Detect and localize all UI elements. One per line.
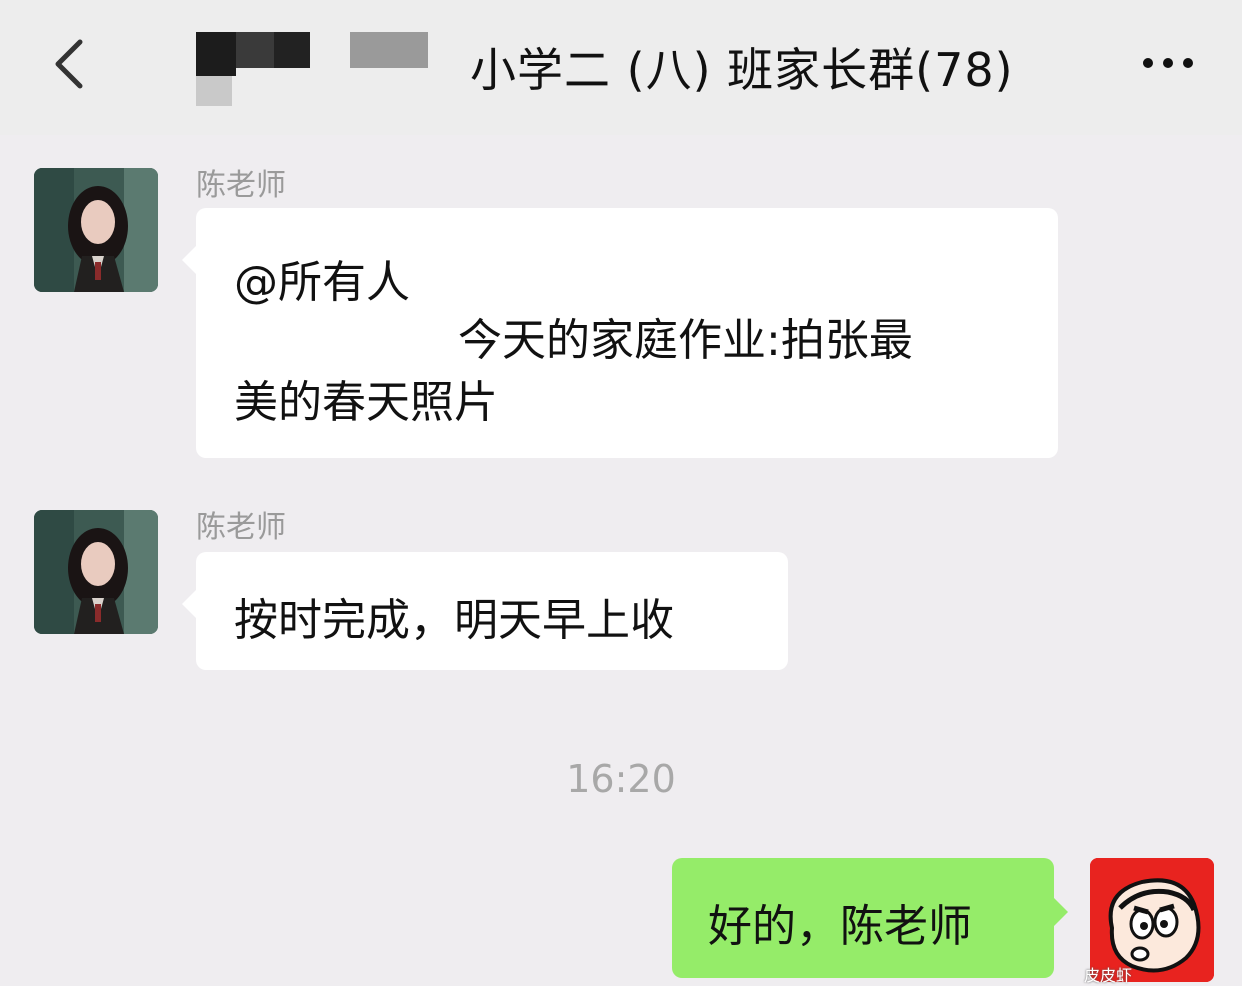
teacher-avatar[interactable] <box>34 510 158 634</box>
watermark: 皮皮虾 <box>1084 966 1133 985</box>
own-message-bubble[interactable]: 好的，陈老师 <box>672 858 1068 978</box>
chat-header: 小学二 (八) 班家长群(78) <box>0 0 1242 135</box>
sender-name: 陈老师 <box>196 510 286 545</box>
sender-name: 陈老师 <box>196 168 286 203</box>
message-bubble[interactable]: @所有人 今天的家庭作业:拍张最 美的春天照片 <box>182 208 1058 458</box>
message-text: 按时完成，明天早上收 <box>234 595 674 646</box>
message-text: 好的，陈老师 <box>708 901 972 952</box>
message-line: 美的春天照片 <box>234 377 498 428</box>
teacher-avatar[interactable] <box>34 168 158 292</box>
message-timestamp: 16:20 <box>566 757 676 801</box>
message-line: @所有人 <box>234 257 410 308</box>
more-horizontal-icon[interactable] <box>1138 48 1198 78</box>
chat-title: 小学二 (八) 班家长群(78) <box>470 43 1014 97</box>
message-bubble[interactable]: 按时完成，明天早上收 <box>182 552 788 670</box>
chevron-left-icon[interactable] <box>44 34 94 94</box>
message-line: 今天的家庭作业:拍张最 <box>458 315 913 366</box>
